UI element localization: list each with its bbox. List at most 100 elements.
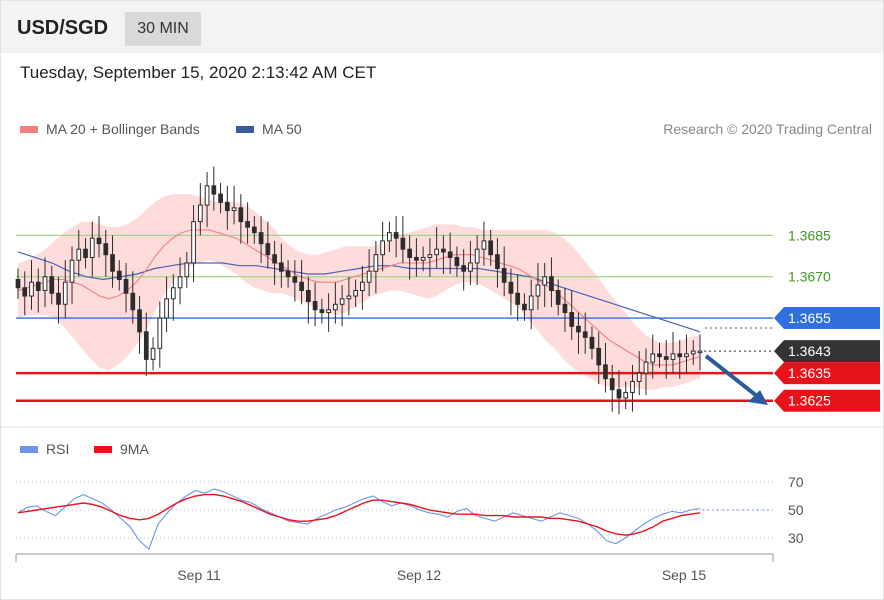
- candle-body: [83, 248, 88, 258]
- level-label-1.3670: 1.3670: [788, 269, 831, 285]
- candle-body: [123, 278, 129, 294]
- candle-body: [96, 237, 102, 245]
- candle-body: [643, 361, 649, 374]
- candle-body: [549, 276, 554, 292]
- candle-body: [285, 270, 291, 278]
- candle-body: [312, 301, 318, 311]
- candle-body: [360, 281, 365, 292]
- candle-body: [251, 226, 257, 234]
- candle-body: [204, 185, 210, 206]
- candle-body: [427, 254, 433, 258]
- forecast-arrow: [704, 354, 764, 402]
- candle-body: [650, 353, 656, 363]
- candle-body: [657, 353, 662, 358]
- candle-body: [333, 303, 338, 311]
- candle-body: [501, 267, 507, 283]
- candle-body: [596, 347, 602, 366]
- candle-body: [454, 256, 460, 267]
- candle-body: [420, 256, 426, 261]
- candle-body: [697, 350, 703, 354]
- candle-body: [339, 298, 345, 305]
- candle-body: [170, 287, 176, 300]
- candle-body: [177, 276, 183, 289]
- candle-body: [110, 254, 115, 272]
- level-label-1.3655: 1.3655: [774, 307, 880, 330]
- candle-body: [630, 380, 635, 393]
- candle-body: [224, 201, 230, 212]
- candle-body: [670, 353, 676, 360]
- candle-body: [677, 353, 683, 358]
- candle-body: [346, 295, 352, 300]
- candle-body: [461, 265, 467, 272]
- level-value-1.3685: 1.3685: [788, 227, 831, 243]
- rsi-series-RSI: [17, 488, 701, 551]
- candle-body: [434, 248, 440, 256]
- level-value-1.3643: 1.3643: [788, 343, 831, 359]
- level-label-1.3685: 1.3685: [788, 227, 831, 243]
- candle-body: [387, 232, 392, 242]
- x-tick-Sep-11: Sep 11: [177, 567, 221, 583]
- candle-body: [319, 309, 325, 314]
- candle-body: [353, 290, 358, 297]
- candle-body: [589, 336, 595, 349]
- candle-body: [22, 287, 28, 297]
- candle-body: [218, 193, 223, 203]
- candle-body: [35, 281, 41, 292]
- candle-body: [684, 353, 689, 358]
- candle-body: [616, 389, 622, 399]
- candle-body: [258, 232, 264, 245]
- candle-body: [441, 248, 446, 253]
- candle-body: [191, 221, 196, 264]
- candle-body: [231, 207, 237, 212]
- candle-body: [663, 356, 669, 360]
- candle-body: [609, 378, 615, 391]
- candle-body: [393, 232, 399, 239]
- candle-body: [447, 251, 453, 258]
- candle-body: [137, 309, 142, 333]
- candle-body: [164, 298, 169, 319]
- candle-body: [603, 364, 608, 380]
- candle-body: [292, 276, 298, 283]
- candle-body: [143, 331, 149, 360]
- x-tick-Sep-15: Sep 15: [662, 567, 707, 583]
- level-label-1.3635: 1.3635: [774, 362, 880, 385]
- candle-body: [278, 262, 284, 272]
- candle-body: [569, 312, 575, 327]
- rsi-tick-30: 30: [788, 530, 804, 546]
- candle-body: [76, 248, 82, 261]
- candle-body: [414, 256, 419, 261]
- level-value-1.3625: 1.3625: [788, 393, 831, 409]
- candle-body: [366, 270, 372, 283]
- candle-body: [495, 254, 500, 269]
- candle-body: [211, 185, 217, 195]
- candle-body: [535, 284, 541, 297]
- rsi-tick-50: 50: [788, 502, 804, 518]
- candle-body: [326, 309, 331, 314]
- candle-body: [272, 254, 277, 264]
- candle-body: [474, 248, 480, 264]
- candle-body: [69, 259, 75, 283]
- candle-body: [562, 303, 568, 314]
- candle-body: [197, 204, 203, 223]
- candle-body: [157, 317, 163, 349]
- candle-body: [468, 262, 473, 272]
- level-value-1.3635: 1.3635: [788, 365, 831, 381]
- candle-body: [380, 240, 385, 256]
- candle-body: [89, 237, 95, 258]
- candle-body: [636, 372, 642, 382]
- candle-body: [690, 350, 696, 355]
- candle-body: [522, 303, 527, 311]
- level-value-1.3670: 1.3670: [788, 269, 831, 285]
- candle-body: [116, 270, 122, 280]
- price-chart: 1.3685 1.3670 1.3655 1.3643 1.3635 1.3625 70 50…: [0, 166, 884, 583]
- candle-body: [508, 281, 514, 294]
- candle-body: [184, 262, 190, 278]
- level-label-1.3643: 1.3643: [774, 340, 880, 363]
- candle-body: [582, 331, 588, 338]
- candle-body: [373, 254, 379, 272]
- candle-body: [481, 240, 487, 250]
- candle-body: [299, 281, 304, 292]
- candle-body: [238, 207, 244, 223]
- candle-body: [103, 243, 109, 256]
- rsi-tick-70: 70: [788, 474, 804, 490]
